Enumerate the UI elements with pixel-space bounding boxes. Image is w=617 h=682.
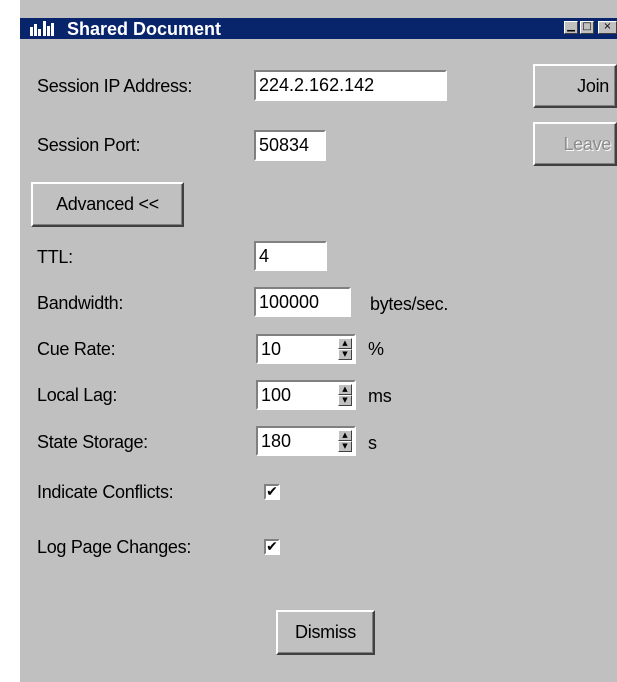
- cue-rate-spinner[interactable]: ▲ ▼: [338, 338, 352, 360]
- local-lag-spinbox[interactable]: ▲ ▼: [256, 380, 356, 410]
- session-ip-input[interactable]: [256, 72, 445, 99]
- session-ip-field[interactable]: [254, 70, 447, 101]
- ttl-field[interactable]: [254, 241, 327, 271]
- advanced-toggle-button[interactable]: Advanced <<: [31, 182, 184, 227]
- log-page-changes-checkbox[interactable]: ✔: [264, 539, 280, 555]
- cue-rate-label: Cue Rate:: [37, 339, 116, 359]
- state-storage-label: State Storage:: [37, 432, 148, 452]
- session-port-label: Session Port:: [37, 135, 141, 155]
- spin-down-icon[interactable]: ▼: [338, 395, 352, 406]
- minimize-icon: ▁: [567, 21, 575, 32]
- window-left-margin: [0, 0, 20, 682]
- dismiss-button[interactable]: Dismiss: [276, 610, 375, 655]
- spin-up-icon[interactable]: ▲: [338, 338, 352, 349]
- spin-down-icon[interactable]: ▼: [338, 349, 352, 360]
- maximize-icon: □: [582, 21, 592, 32]
- cue-rate-unit: %: [368, 339, 384, 359]
- session-port-input[interactable]: [256, 132, 324, 159]
- bandwidth-field[interactable]: [254, 287, 351, 317]
- shared-document-window: Shared Document ▁ □ × Session IP Address…: [0, 0, 617, 682]
- session-ip-label: Session IP Address:: [37, 76, 193, 96]
- cue-rate-input[interactable]: [258, 336, 308, 362]
- state-storage-spinner[interactable]: ▲ ▼: [338, 430, 352, 452]
- spin-up-icon[interactable]: ▲: [338, 430, 352, 441]
- spin-up-icon[interactable]: ▲: [338, 384, 352, 395]
- local-lag-spinner[interactable]: ▲ ▼: [338, 384, 352, 406]
- indicate-conflicts-checkbox[interactable]: ✔: [264, 484, 280, 500]
- indicate-conflicts-label: Indicate Conflicts:: [37, 482, 174, 502]
- checkmark-icon: ✔: [266, 484, 278, 500]
- local-lag-label: Local Lag:: [37, 385, 118, 405]
- minimize-button[interactable]: ▁: [564, 21, 578, 34]
- close-icon: ×: [603, 21, 612, 32]
- local-lag-unit: ms: [368, 386, 392, 406]
- ttl-label: TTL:: [37, 247, 73, 267]
- title-bar[interactable]: Shared Document ▁ □ ×: [20, 18, 617, 39]
- log-page-changes-label: Log Page Changes:: [37, 537, 192, 557]
- maximize-button[interactable]: □: [580, 21, 594, 34]
- bandwidth-unit: bytes/sec.: [370, 294, 449, 314]
- checkmark-icon: ✔: [266, 539, 278, 555]
- cue-rate-spinbox[interactable]: ▲ ▼: [256, 334, 356, 364]
- close-button[interactable]: ×: [598, 21, 617, 34]
- leave-button[interactable]: Leave: [533, 122, 617, 166]
- spin-down-icon[interactable]: ▼: [338, 441, 352, 452]
- state-storage-unit: s: [368, 433, 377, 453]
- bandwidth-label: Bandwidth:: [37, 293, 124, 313]
- state-storage-input[interactable]: [258, 428, 308, 454]
- window-title: Shared Document: [67, 19, 222, 39]
- local-lag-input[interactable]: [258, 382, 308, 408]
- bandwidth-input[interactable]: [256, 289, 349, 315]
- join-button[interactable]: Join: [533, 64, 617, 108]
- ttl-input[interactable]: [256, 243, 325, 269]
- app-icon: [30, 21, 54, 36]
- session-port-field[interactable]: [254, 130, 326, 161]
- state-storage-spinbox[interactable]: ▲ ▼: [256, 426, 356, 456]
